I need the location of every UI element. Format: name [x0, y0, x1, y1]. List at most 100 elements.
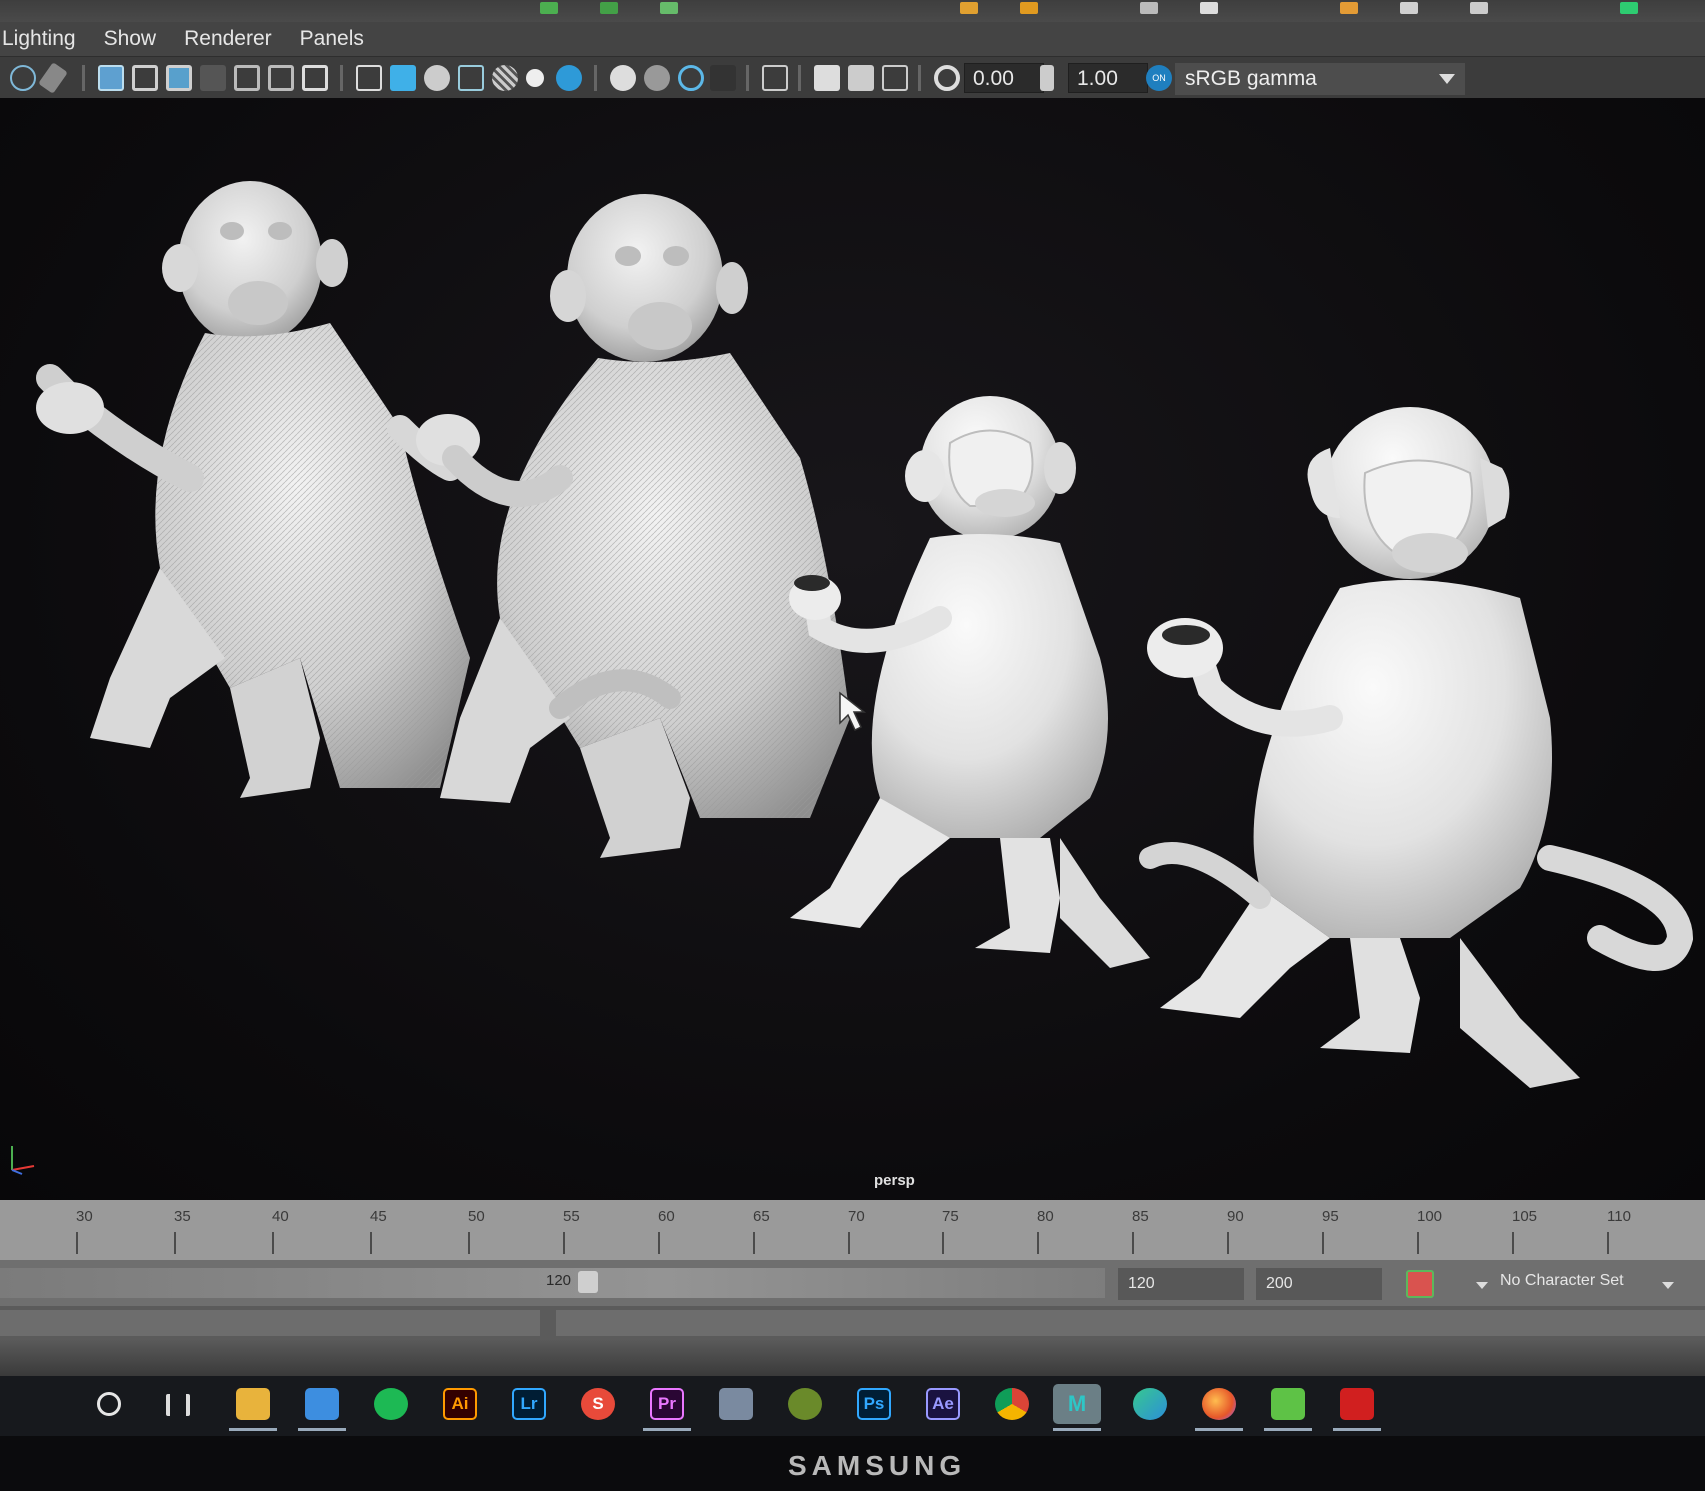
running-indicator — [1264, 1428, 1312, 1431]
firefox-icon[interactable] — [1202, 1388, 1236, 1420]
spotify-icon[interactable] — [374, 1388, 408, 1420]
taskbar: Ai Lr S Pr Ps Ae M — [0, 1376, 1705, 1436]
time-tick — [1132, 1232, 1134, 1254]
wireframe-on-shaded-icon[interactable] — [492, 65, 518, 91]
file-explorer-icon[interactable] — [236, 1388, 270, 1420]
monkey-model-4[interactable] — [1139, 407, 1694, 1088]
wireframe-icon[interactable] — [356, 65, 382, 91]
colorspace-dropdown[interactable]: sRGB gamma — [1175, 63, 1465, 95]
menu-show[interactable]: Show — [90, 27, 171, 51]
shelf-icon[interactable] — [960, 2, 978, 14]
text-gate-icon[interactable] — [302, 65, 328, 91]
default-material-icon[interactable] — [424, 65, 450, 91]
select-camera-icon[interactable] — [10, 65, 36, 91]
auto-key-icon[interactable] — [1406, 1270, 1434, 1298]
motion-blur-icon[interactable] — [644, 65, 670, 91]
animation-end-field[interactable]: 200 — [1256, 1268, 1382, 1300]
range-handle-value: 120 — [546, 1272, 572, 1289]
textured-icon[interactable] — [458, 65, 484, 91]
exposure-field[interactable]: 0.00 — [964, 63, 1044, 93]
chrome-icon[interactable] — [995, 1388, 1029, 1420]
notes-icon[interactable] — [1271, 1388, 1305, 1420]
time-tick — [468, 1232, 470, 1254]
playback-end-field[interactable]: 120 — [1118, 1268, 1244, 1300]
shelf-icon[interactable] — [1400, 2, 1418, 14]
time-tick — [76, 1232, 78, 1254]
command-input[interactable] — [0, 1310, 540, 1336]
time-tick-label: 50 — [468, 1208, 485, 1225]
camera-attributes-icon[interactable] — [38, 62, 68, 94]
running-indicator — [298, 1428, 346, 1431]
shelf-icon[interactable] — [660, 2, 678, 14]
screen: Lighting Show Renderer Panels 0.00 1.00 … — [0, 0, 1705, 1491]
time-tick — [1037, 1232, 1039, 1254]
time-tick-label: 35 — [174, 1208, 191, 1225]
chevron-down-icon[interactable] — [1476, 1282, 1488, 1289]
substance-icon[interactable]: S — [581, 1388, 615, 1420]
toolbar-separator — [918, 65, 921, 91]
shelf-icon[interactable] — [1200, 2, 1218, 14]
menu-renderer[interactable]: Renderer — [170, 27, 286, 51]
film-gate-icon[interactable] — [132, 65, 158, 91]
monkey-model-2[interactable] — [440, 194, 850, 858]
maya-icon[interactable]: M — [1053, 1384, 1101, 1424]
task-view-icon[interactable] — [166, 1394, 190, 1416]
premiere-icon[interactable]: Pr — [650, 1388, 684, 1420]
mail-icon[interactable] — [305, 1388, 339, 1420]
range-handle[interactable] — [578, 1271, 598, 1293]
time-tick-label: 55 — [563, 1208, 580, 1225]
lightroom-icon[interactable]: Lr — [512, 1388, 546, 1420]
photoshop-icon[interactable]: Ps — [857, 1388, 891, 1420]
edge-icon[interactable] — [1133, 1388, 1167, 1420]
depth-of-field-icon[interactable] — [710, 65, 736, 91]
toolbar-separator — [798, 65, 801, 91]
shadows-icon[interactable] — [556, 65, 582, 91]
illustrator-icon[interactable]: Ai — [443, 1388, 477, 1420]
xray-icon[interactable] — [814, 65, 840, 91]
xray-joints-icon[interactable] — [848, 65, 874, 91]
viewport-persp[interactable]: persp — [0, 98, 1705, 1200]
monkey-model-1[interactable] — [36, 181, 480, 798]
grid-icon[interactable] — [98, 65, 124, 91]
time-tick-label: 85 — [1132, 1208, 1149, 1225]
time-tick — [848, 1232, 850, 1254]
field-chart-icon[interactable] — [200, 65, 226, 91]
acrobat-icon[interactable] — [1340, 1388, 1374, 1420]
shelf-icon[interactable] — [1340, 2, 1358, 14]
exposure-icon[interactable] — [934, 65, 960, 91]
shelf-icon[interactable] — [1470, 2, 1488, 14]
smooth-shade-icon[interactable] — [390, 65, 416, 91]
color-management-icon[interactable]: ON — [1146, 65, 1172, 91]
isolate-select-icon[interactable] — [762, 65, 788, 91]
game-icon[interactable] — [788, 1388, 822, 1420]
shelf-icon[interactable] — [600, 2, 618, 14]
anti-aliasing-icon[interactable] — [678, 65, 704, 91]
ambient-occlusion-icon[interactable] — [610, 65, 636, 91]
resolution-gate-icon[interactable] — [166, 65, 192, 91]
after-effects-icon[interactable]: Ae — [926, 1388, 960, 1420]
xray-components-icon[interactable] — [882, 65, 908, 91]
shelf-icon[interactable] — [1020, 2, 1038, 14]
time-tick — [942, 1232, 944, 1254]
menu-lighting[interactable]: Lighting — [0, 27, 90, 51]
time-slider[interactable]: 30 35 40 45 50 55 60 65 70 75 80 85 90 9… — [0, 1200, 1705, 1260]
shelf-icon[interactable] — [540, 2, 558, 14]
cortana-icon[interactable] — [97, 1392, 121, 1416]
paint-tool-icon[interactable] — [719, 1388, 753, 1420]
time-tick-label: 105 — [1512, 1208, 1538, 1225]
toolbar-separator — [82, 65, 85, 91]
chevron-down-icon[interactable] — [1662, 1282, 1674, 1289]
safe-title-icon[interactable] — [268, 65, 294, 91]
character-set-dropdown[interactable]: No Character Set — [1500, 1272, 1624, 1290]
menu-panels[interactable]: Panels — [286, 27, 378, 51]
gamma-icon[interactable] — [1040, 65, 1054, 91]
lights-icon[interactable] — [526, 69, 544, 87]
running-indicator — [229, 1428, 277, 1431]
gamma-field[interactable]: 1.00 — [1068, 63, 1148, 93]
command-output — [556, 1310, 1705, 1336]
running-indicator — [1195, 1428, 1243, 1431]
shelf-icon[interactable] — [1620, 2, 1638, 14]
time-tick-label: 100 — [1417, 1208, 1443, 1225]
safe-action-icon[interactable] — [234, 65, 260, 91]
shelf-icon[interactable] — [1140, 2, 1158, 14]
